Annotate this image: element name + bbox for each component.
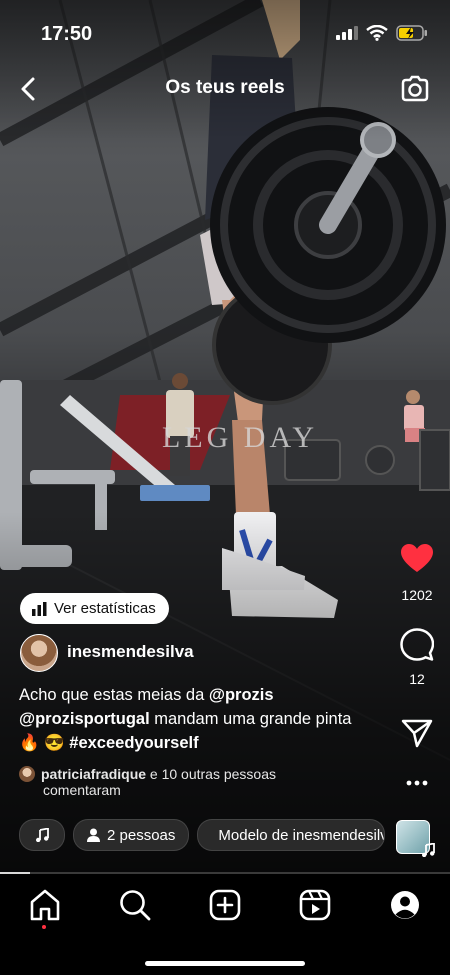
caption-mention-prozis[interactable]: @prozis: [209, 686, 274, 704]
commenters-summary[interactable]: patriciafradique e 10 outras pessoas com…: [19, 766, 276, 798]
like-action[interactable]: 1202: [394, 543, 440, 603]
chart-icon: [32, 601, 47, 616]
share-icon[interactable]: [401, 718, 433, 748]
top-gradient: [0, 0, 450, 140]
commenter-username: patriciafradique: [41, 766, 147, 782]
battery-icon: [396, 25, 427, 41]
comment-icon[interactable]: [400, 628, 435, 662]
caption-emoji: 🔥 😎: [19, 734, 70, 752]
view-insights-label: Ver estatísticas: [54, 600, 156, 617]
tab-bar: [0, 874, 450, 975]
reels-icon[interactable]: [298, 888, 332, 922]
home-icon[interactable]: [28, 888, 62, 922]
signal-icon: [336, 26, 358, 40]
audio-thumbnail[interactable]: [396, 820, 435, 857]
page-title: Os teus reels: [165, 77, 285, 98]
more-icon[interactable]: [406, 780, 428, 786]
like-count: 1202: [401, 587, 433, 603]
reel-caption[interactable]: Acho que estas meias da @prozis @prozisp…: [19, 683, 379, 755]
avatar[interactable]: [20, 634, 58, 672]
template-chip[interactable]: Modelo de inesmendesilva: [197, 819, 386, 851]
commenters-suffix: comentaram: [43, 782, 121, 798]
commenter-avatar: [19, 766, 35, 782]
commenters-rest: e 10 outras pessoas: [146, 766, 277, 782]
person-icon: [87, 828, 100, 842]
music-note-icon: [422, 843, 435, 857]
caption-text-2: mandam uma grande pinta: [149, 710, 352, 728]
wifi-icon: [366, 25, 388, 41]
share-action[interactable]: [394, 718, 440, 751]
comment-action[interactable]: 12: [394, 628, 440, 687]
author-username[interactable]: inesmendesilva: [67, 642, 194, 662]
camera-icon[interactable]: [400, 74, 430, 104]
comment-count: 12: [409, 671, 425, 687]
view-insights-button[interactable]: Ver estatísticas: [20, 593, 169, 624]
music-chip[interactable]: [19, 819, 65, 851]
home-indicator: [145, 961, 305, 966]
caption-mention-prozisportugal[interactable]: @prozisportugal: [19, 710, 150, 728]
music-icon: [36, 828, 49, 842]
template-label: Modelo de inesmendesilva: [218, 826, 386, 844]
profile-icon[interactable]: [388, 888, 422, 922]
status-time: 17:50: [41, 23, 93, 45]
caption-hashtag[interactable]: #exceedyourself: [69, 734, 198, 752]
home-notification-dot: [42, 925, 46, 929]
tagged-people-label: 2 pessoas: [107, 826, 176, 844]
heart-icon[interactable]: [400, 543, 434, 573]
tagged-people-chip[interactable]: 2 pessoas: [73, 819, 190, 851]
reel-chips: 2 pessoas Modelo de inesmendesilva: [19, 819, 386, 851]
more-action[interactable]: [394, 773, 440, 789]
create-icon[interactable]: [208, 888, 242, 922]
search-icon[interactable]: [118, 888, 152, 922]
caption-text-1: Acho que estas meias da: [19, 686, 209, 704]
status-icons: [336, 25, 428, 41]
wall-text: LEG DAY: [162, 421, 318, 454]
